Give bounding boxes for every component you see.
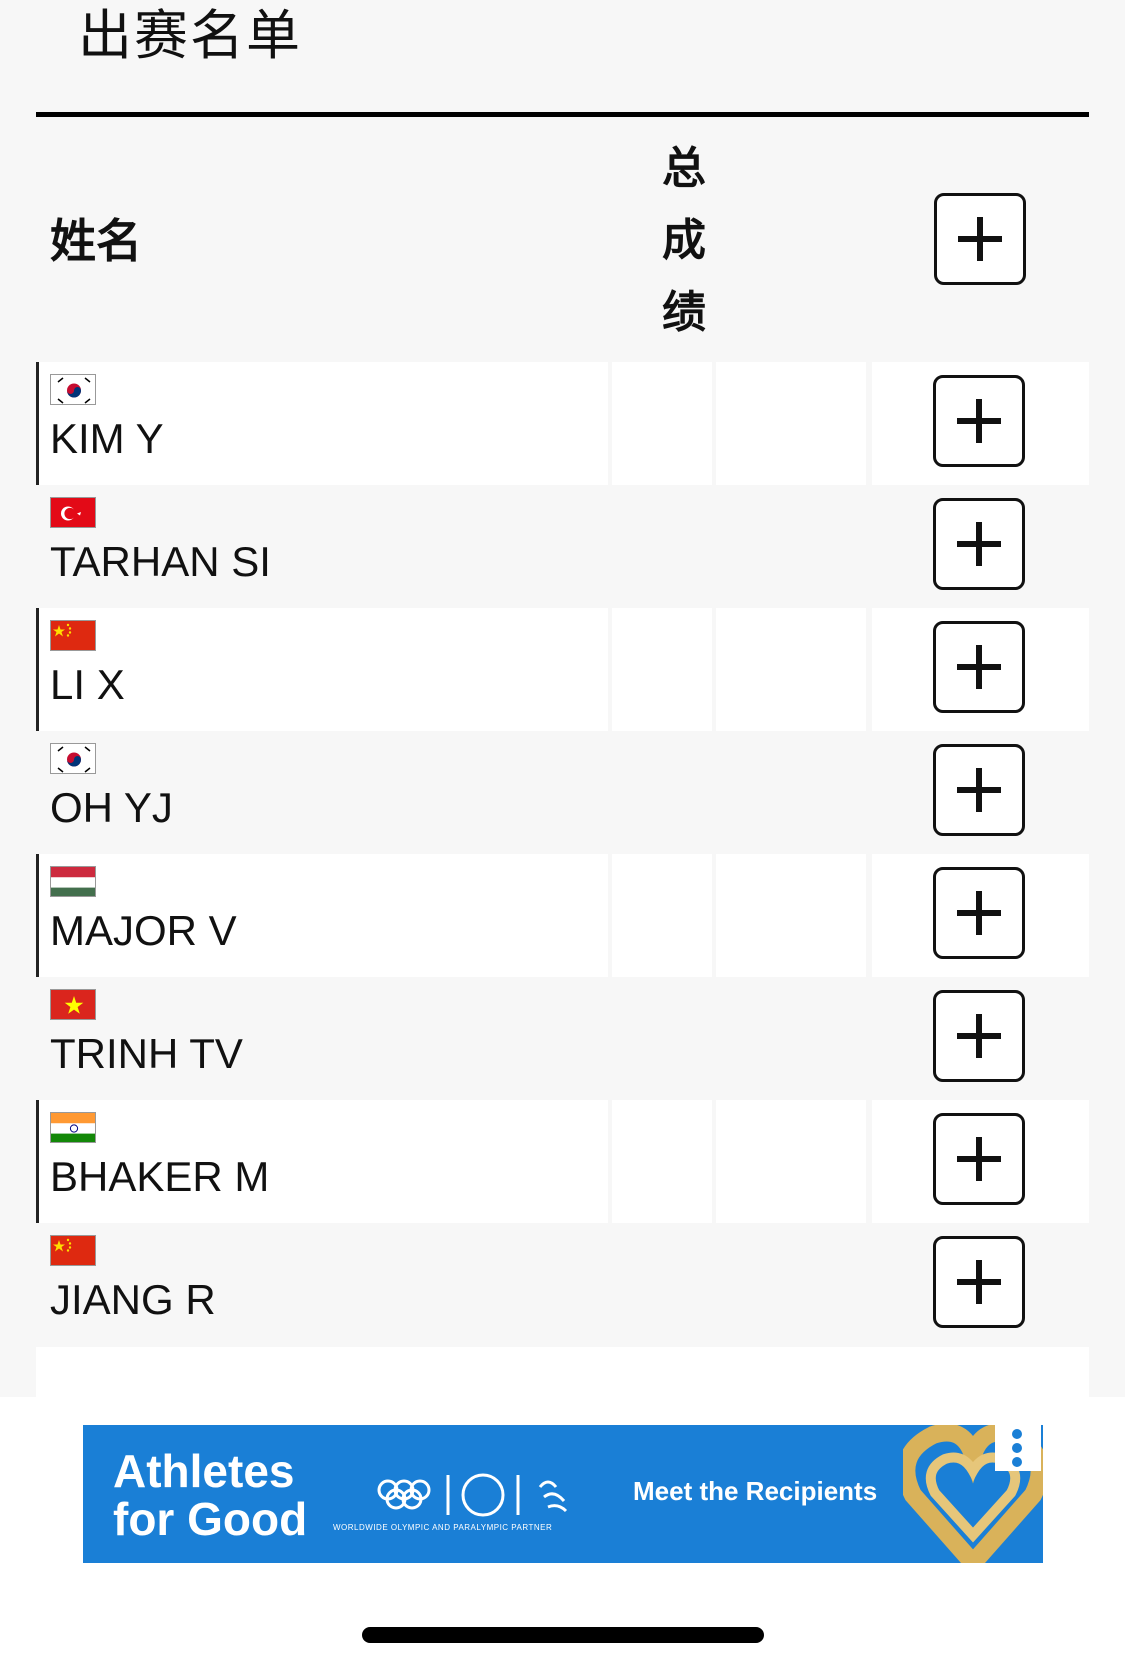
athlete-name: JIANG R bbox=[50, 1276, 216, 1323]
expand-row-button[interactable] bbox=[933, 867, 1025, 959]
expand-row-button[interactable] bbox=[933, 1113, 1025, 1205]
name-column-header: 姓名 bbox=[50, 214, 142, 268]
table-row: OH YJ bbox=[36, 731, 1089, 854]
expand-row-button[interactable] bbox=[933, 498, 1025, 590]
chn-flag-icon bbox=[50, 620, 96, 651]
vie-flag-icon bbox=[50, 989, 96, 1020]
athlete-name: OH YJ bbox=[50, 784, 173, 831]
expand-row-button[interactable] bbox=[933, 375, 1025, 467]
title-divider bbox=[36, 112, 1089, 117]
hun-flag-icon bbox=[50, 866, 96, 897]
ad-cta[interactable]: Meet the Recipients bbox=[633, 1476, 877, 1507]
table-row: MAJOR V bbox=[36, 854, 1089, 977]
athlete-name: TARHAN SI bbox=[50, 538, 271, 585]
athlete-name: LI X bbox=[50, 661, 125, 708]
table-row: TRINH TV bbox=[36, 977, 1089, 1100]
tur-flag-icon bbox=[50, 497, 96, 528]
expand-all-button[interactable] bbox=[934, 193, 1026, 285]
kor-flag-icon bbox=[50, 743, 96, 774]
expand-row-button[interactable] bbox=[933, 1236, 1025, 1328]
kor-flag-icon bbox=[50, 374, 96, 405]
home-indicator[interactable] bbox=[362, 1627, 764, 1643]
expand-row-button[interactable] bbox=[933, 990, 1025, 1082]
table-row: BHAKER M bbox=[36, 1100, 1089, 1223]
athlete-name: BHAKER M bbox=[50, 1153, 270, 1200]
table-row: JIANG R bbox=[36, 1223, 1089, 1346]
ad-options-icon[interactable] bbox=[995, 1425, 1041, 1471]
athlete-name: MAJOR V bbox=[50, 907, 237, 954]
athlete-name: KIM Y bbox=[50, 415, 164, 462]
expand-row-button[interactable] bbox=[933, 621, 1025, 713]
total-score-column-header: 总 成 绩 bbox=[662, 143, 706, 338]
ad-banner[interactable]: Athletes for Good WORLDWIDE OLYMPIC AND … bbox=[83, 1425, 1043, 1563]
athlete-name: TRINH TV bbox=[50, 1030, 243, 1077]
table-row: KIM Y bbox=[36, 362, 1089, 485]
entry-list: KIM Y TARHAN SI LI X OH YJ MAJOR V TRINH TV BH… bbox=[36, 362, 1089, 1346]
table-header: 姓名 总 成 绩 bbox=[36, 125, 1089, 360]
table-row: TARHAN SI bbox=[36, 485, 1089, 608]
expand-row-button[interactable] bbox=[933, 744, 1025, 836]
ad-partner-text: WORLDWIDE OLYMPIC AND PARALYMPIC PARTNER bbox=[333, 1523, 553, 1532]
chn-flag-icon bbox=[50, 1235, 96, 1266]
page-title: 出赛名单 bbox=[78, 4, 302, 67]
table-row: LI X bbox=[36, 608, 1089, 731]
ad-headline: Athletes for Good bbox=[113, 1445, 308, 1545]
ind-flag-icon bbox=[50, 1112, 96, 1143]
table-footer bbox=[36, 1347, 1089, 1397]
